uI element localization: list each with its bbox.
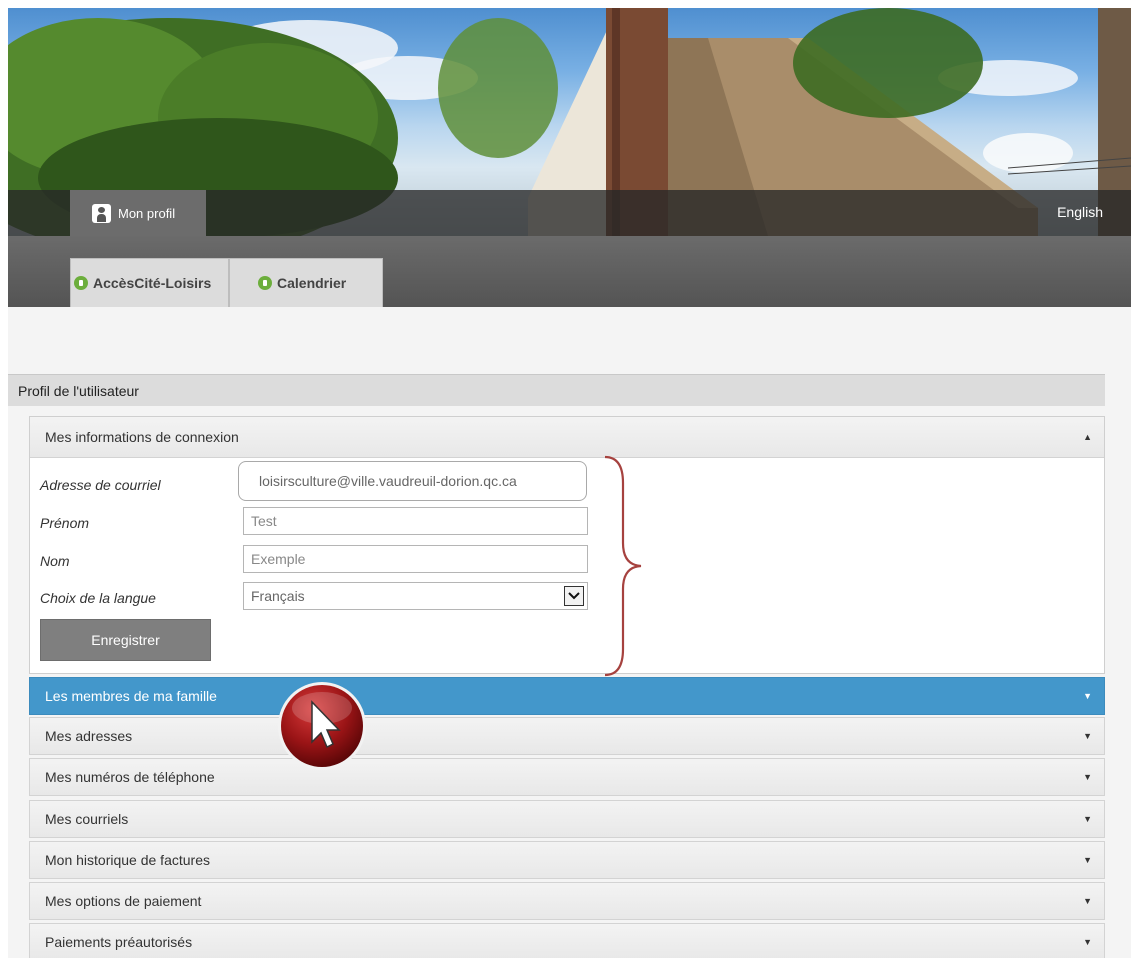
annotation-brace-icon [604,455,642,677]
accordion-label: Mes adresses [45,728,133,744]
last-name-field[interactable] [243,545,588,573]
email-field[interactable] [238,461,587,501]
my-profile-tab[interactable]: Mon profil [70,190,206,236]
login-info-header[interactable]: Mes informations de connexion ▲ [30,417,1104,458]
triangle-down-icon: ▼ [1083,814,1092,824]
triangle-down-icon: ▼ [1083,691,1092,701]
last-name-label: Nom [40,553,70,569]
accordion-emails[interactable]: Mes courriels ▼ [29,800,1105,838]
top-bar: Mon profil English [8,190,1131,236]
save-button[interactable]: Enregistrer [40,619,211,661]
tab-label: Calendrier [277,275,347,291]
header-banner: Mon profil English [8,8,1131,236]
accordion-invoice-history[interactable]: Mon historique de factures ▼ [29,841,1105,879]
triangle-down-icon: ▼ [1083,731,1092,741]
triangle-down-icon: ▼ [1083,855,1092,865]
cursor-pointer-icon [278,682,366,770]
info-dot-icon [74,276,88,290]
accordion-family-members[interactable]: Les membres de ma famille ▼ [29,677,1105,715]
english-language-link[interactable]: English [1057,204,1103,220]
accordion-payment-options[interactable]: Mes options de paiement ▼ [29,882,1105,920]
user-icon [92,203,111,223]
accordion-label: Les membres de ma famille [45,688,217,704]
section-title: Profil de l'utilisateur [8,374,1105,406]
main-nav: AccèsCité-Loisirs Calendrier [8,236,1131,307]
accordion-phone-numbers[interactable]: Mes numéros de téléphone ▼ [29,758,1105,796]
triangle-down-icon: ▼ [1083,896,1092,906]
triangle-up-icon: ▲ [1083,432,1092,442]
email-label: Adresse de courriel [40,477,161,493]
accordion-label: Mes courriels [45,811,129,827]
first-name-row: Prénom [30,507,630,537]
accordion-preauthorized-payments[interactable]: Paiements préautorisés ▼ [29,923,1105,958]
first-name-field[interactable] [243,507,588,535]
chevron-down-icon [564,586,584,606]
login-info-panel: Mes informations de connexion ▲ Adresse … [29,416,1105,674]
email-row: Adresse de courriel [30,461,630,501]
accordion-label: Paiements préautorisés [45,934,193,950]
tab-calendrier[interactable]: Calendrier [229,258,383,307]
accordion-label: Mes numéros de téléphone [45,769,215,785]
last-name-row: Nom [30,545,630,575]
panel-title: Mes informations de connexion [45,429,239,445]
triangle-down-icon: ▼ [1083,937,1092,947]
accordion-label: Mes options de paiement [45,893,202,909]
accordion-addresses[interactable]: Mes adresses ▼ [29,717,1105,755]
language-select[interactable]: Français [243,582,588,610]
info-dot-icon [258,276,272,290]
language-label: Choix de la langue [40,590,156,606]
accordion-label: Mon historique de factures [45,852,210,868]
my-profile-label: Mon profil [118,205,176,221]
first-name-label: Prénom [40,515,90,531]
language-select-value: Français [251,588,305,604]
triangle-down-icon: ▼ [1083,772,1092,782]
tab-accescite-loisirs[interactable]: AccèsCité-Loisirs [70,258,229,307]
language-row: Choix de la langue Français [30,582,630,612]
tab-label: AccèsCité-Loisirs [93,275,212,291]
